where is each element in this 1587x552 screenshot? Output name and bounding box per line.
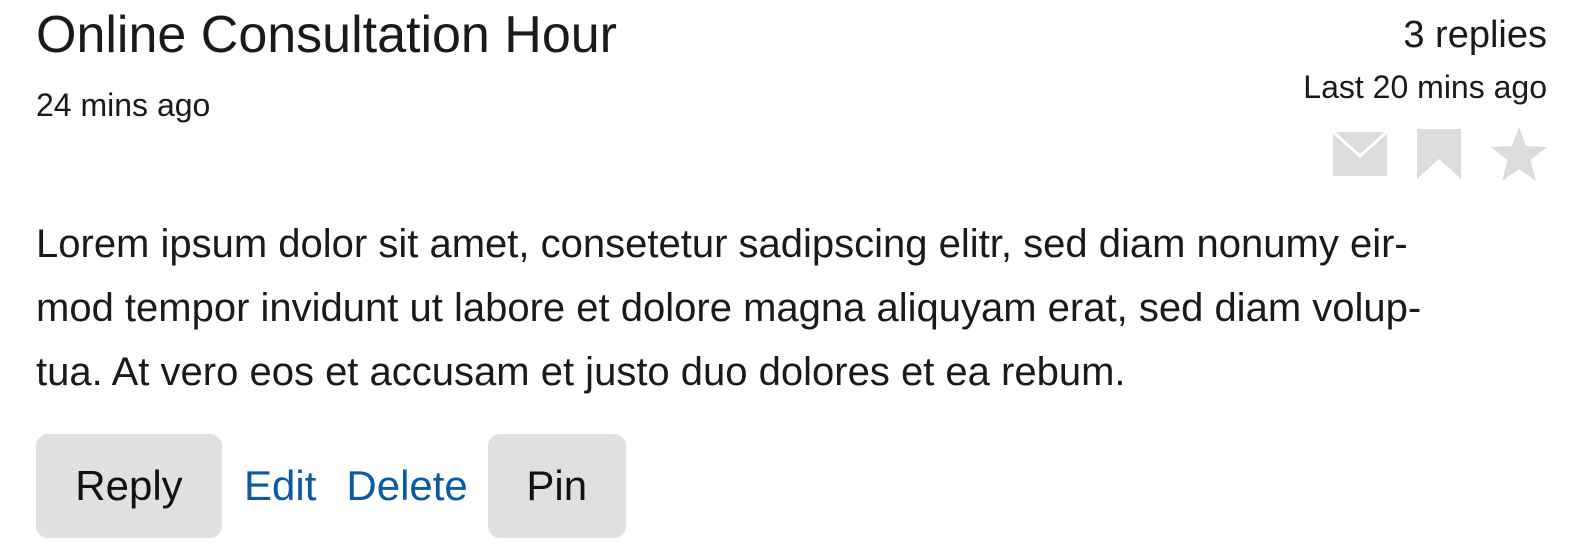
edit-link[interactable]: Edit bbox=[244, 434, 316, 538]
post-actions: Reply Edit Delete Pin bbox=[36, 434, 626, 538]
post-body-line: mod tempor invidunt ut labore et dolore … bbox=[36, 286, 1422, 330]
post-timestamp: 24 mins ago bbox=[36, 87, 211, 123]
envelope-icon[interactable] bbox=[1333, 132, 1387, 176]
forum-post: Online Consultation Hour 24 mins ago 3 r… bbox=[36, 0, 1547, 552]
reply-count: 3 replies bbox=[1403, 14, 1547, 56]
post-body-line: Lorem ipsum dolor sit amet, consetetur s… bbox=[36, 222, 1408, 266]
post-icon-bar bbox=[1333, 126, 1547, 182]
reply-button[interactable]: Reply bbox=[36, 434, 222, 538]
pin-button[interactable]: Pin bbox=[487, 434, 626, 538]
post-title: Online Consultation Hour bbox=[36, 6, 617, 64]
last-activity: Last 20 mins ago bbox=[1303, 69, 1547, 105]
delete-link[interactable]: Delete bbox=[346, 434, 467, 538]
star-icon[interactable] bbox=[1491, 127, 1547, 181]
post-body: Lorem ipsum dolor sit amet, consetetur s… bbox=[36, 212, 1547, 404]
bookmark-icon[interactable] bbox=[1417, 129, 1461, 179]
post-meta: 3 replies Last 20 mins ago bbox=[1303, 12, 1547, 106]
post-body-line: tua. At vero eos et accusam et justo duo… bbox=[36, 350, 1126, 394]
